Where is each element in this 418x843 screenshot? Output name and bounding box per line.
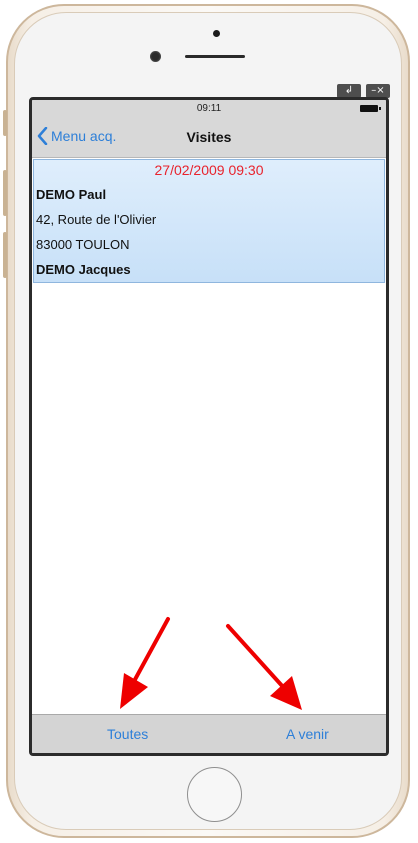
phone-screen: 09:11 Menu acq. Visites 27/02/2009 09:30…: [29, 97, 389, 756]
earpiece-speaker: [185, 55, 245, 58]
arrow-to-toutes: [120, 617, 170, 709]
arrow-to-a-venir: [226, 624, 302, 710]
visit-list: 27/02/2009 09:30 DEMO Paul 42, Route de …: [32, 159, 386, 283]
bottom-toolbar: Toutes A venir: [32, 714, 386, 753]
visit-datetime: 27/02/2009 09:30: [154, 162, 264, 178]
tab-a-venir[interactable]: A venir: [286, 726, 329, 742]
visit-address: 42, Route de l'Olivier: [36, 212, 157, 227]
navigation-bar: Menu acq. Visites: [32, 117, 386, 158]
proximity-sensor: [213, 30, 220, 37]
status-time: 09:11: [196, 103, 222, 114]
mute-switch: [3, 110, 7, 136]
tab-toutes[interactable]: Toutes: [107, 726, 148, 742]
home-button[interactable]: [187, 767, 242, 822]
volume-down-button: [3, 232, 7, 278]
page-title: Visites: [186, 129, 232, 145]
list-item-visit[interactable]: 27/02/2009 09:30 DEMO Paul 42, Route de …: [33, 159, 385, 283]
window-controls: ↲ –×: [337, 84, 390, 98]
volume-up-button: [3, 170, 7, 216]
battery-icon: [360, 105, 381, 112]
restore-button[interactable]: ↲: [337, 84, 361, 98]
front-camera: [150, 51, 161, 62]
visit-contact: DEMO Jacques: [36, 262, 131, 277]
status-bar: 09:11: [32, 100, 386, 117]
minimize-close-button[interactable]: –×: [366, 84, 390, 98]
visit-city: 83000 TOULON: [36, 237, 130, 252]
visit-name: DEMO Paul: [36, 187, 107, 202]
